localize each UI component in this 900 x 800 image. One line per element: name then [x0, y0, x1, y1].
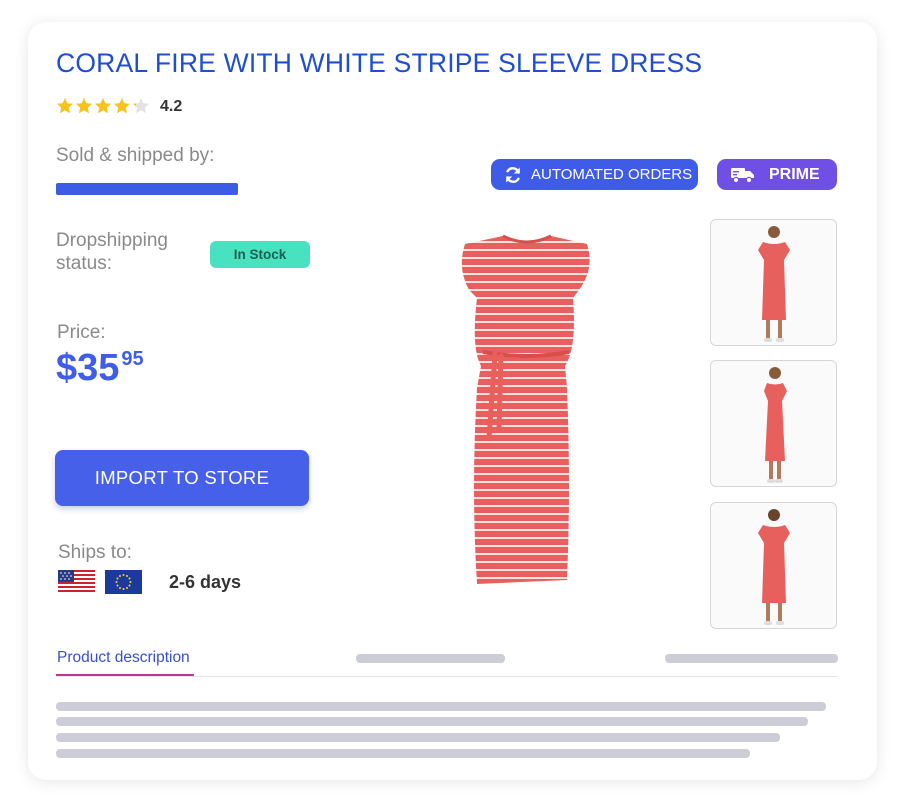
ships-to-label: Ships to: — [58, 542, 132, 563]
price-label: Price: — [57, 322, 106, 343]
prime-badge[interactable]: PRIME — [717, 159, 837, 190]
description-line-1 — [56, 702, 826, 711]
seller-name-placeholder — [56, 183, 238, 195]
star-icon — [76, 98, 92, 114]
thumbnail-image-1[interactable] — [710, 219, 837, 346]
thumbnail-image-3[interactable] — [710, 502, 837, 629]
price-cents: 95 — [121, 348, 144, 370]
dropshipping-label-line1: Dropshipping — [56, 230, 168, 251]
tabs-divider — [56, 676, 838, 677]
product-title: CORAL FIRE WITH WHITE STRIPE SLEEVE DRES… — [56, 48, 703, 78]
rating-value: 4.2 — [160, 98, 183, 115]
product-main-image[interactable] — [455, 228, 600, 588]
in-stock-badge: In Stock — [210, 241, 310, 268]
tab-placeholder-2[interactable] — [356, 654, 505, 663]
eu-flag-icon — [105, 570, 142, 594]
star-rating — [56, 97, 149, 117]
truck-icon — [731, 167, 754, 183]
us-flag-icon — [58, 570, 95, 594]
dropshipping-status-label: Dropshipping status: — [56, 230, 168, 276]
star-icon — [114, 98, 130, 114]
thumbnail-image-2[interactable] — [710, 360, 837, 487]
star-icon — [95, 98, 111, 114]
automated-orders-label: AUTOMATED ORDERS — [531, 166, 693, 183]
dropshipping-label-line2: status: — [56, 252, 112, 274]
refresh-icon — [506, 166, 520, 183]
import-to-store-button[interactable]: IMPORT TO STORE — [55, 450, 309, 506]
prime-label: PRIME — [769, 165, 820, 183]
description-line-3 — [56, 733, 780, 742]
star-icon — [133, 103, 136, 107]
stars-filled — [56, 97, 136, 117]
automated-orders-badge[interactable]: AUTOMATED ORDERS — [491, 159, 698, 190]
delivery-time: 2-6 days — [169, 572, 242, 592]
description-line-2 — [56, 717, 808, 726]
rating: 4.2 — [56, 97, 182, 117]
sold-shipped-label: Sold & shipped by: — [56, 145, 215, 166]
tab-placeholder-3[interactable] — [665, 654, 838, 663]
description-line-4 — [56, 749, 750, 758]
price: $35 95 — [56, 345, 144, 391]
tab-product-description[interactable]: Product description — [57, 649, 190, 667]
star-icon — [57, 98, 73, 114]
price-main: $35 — [56, 347, 120, 389]
